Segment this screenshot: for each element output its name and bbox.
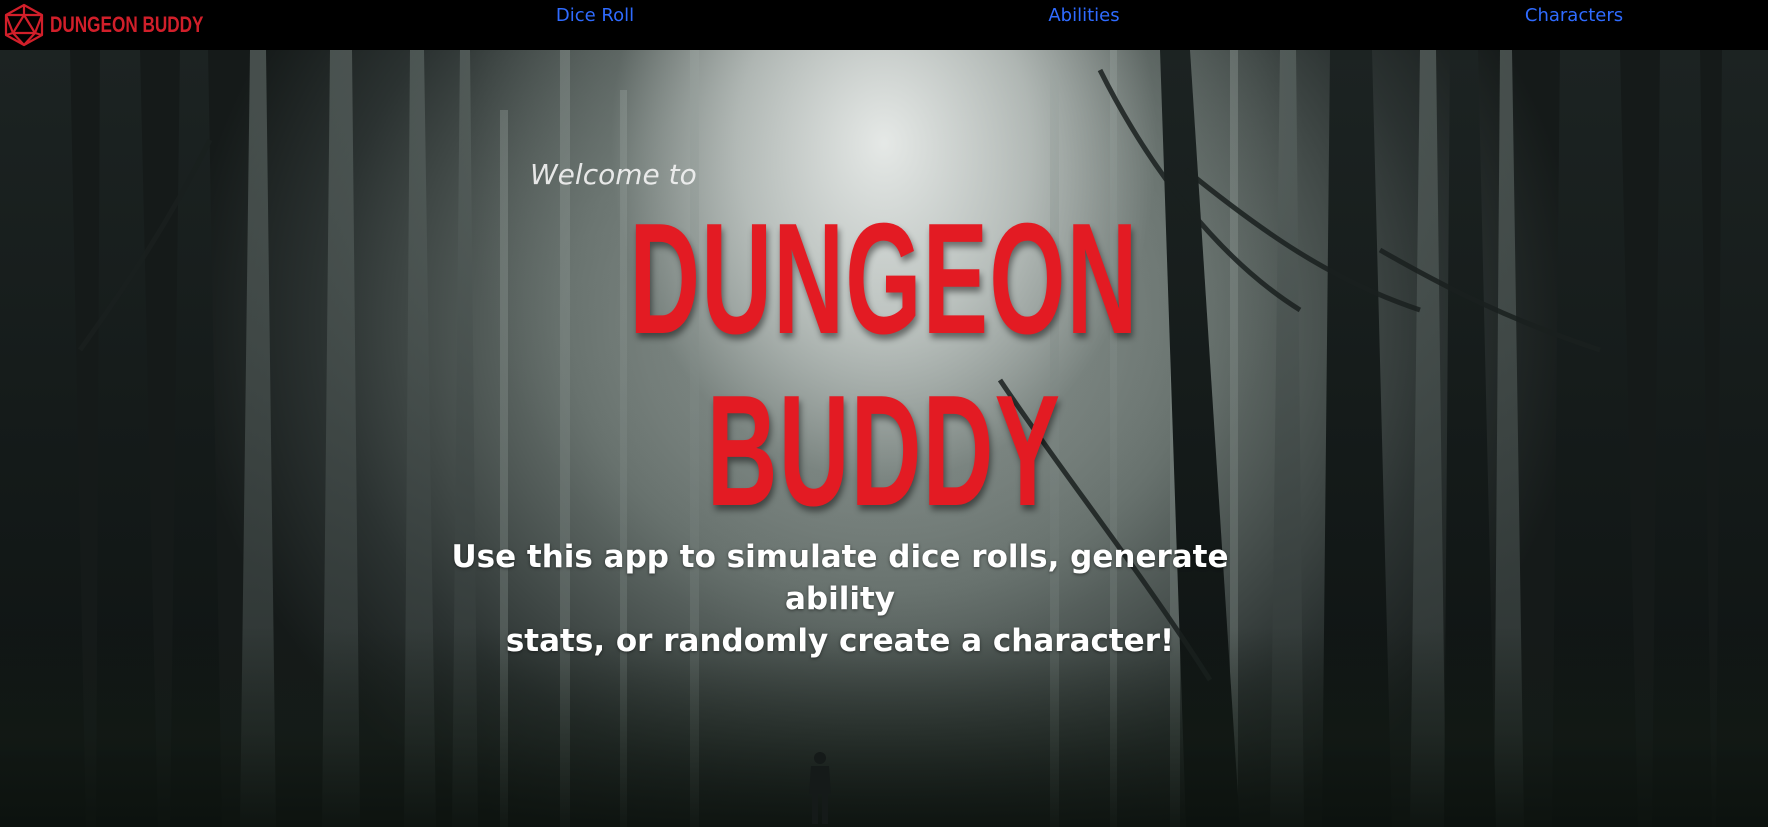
walking-person-figure [809, 752, 831, 824]
hero-section: Welcome to DUNGEON BUDDY Use this app to… [0, 50, 1768, 827]
hero-tagline-line-1: Use this app to simulate dice rolls, gen… [451, 539, 1229, 617]
brand-name: DUNGEON BUDDY [50, 12, 204, 37]
brand-logo-link[interactable]: DUNGEON BUDDY [3, 3, 247, 47]
d20-die-icon [3, 3, 45, 47]
hero-title-line-2: BUDDY [706, 363, 1062, 539]
hero-title-line-1: DUNGEON [629, 191, 1139, 367]
navbar: DUNGEON BUDDY Dice Roll Abilities Charac… [0, 0, 1768, 50]
welcome-text: Welcome to [530, 158, 697, 191]
nav-link-abilities[interactable]: Abilities [1048, 4, 1119, 28]
hero-tagline-line-2: stats, or randomly create a character! [505, 623, 1175, 659]
nav-link-characters[interactable]: Characters [1525, 4, 1623, 28]
app-root: DUNGEON BUDDY Dice Roll Abilities Charac… [0, 0, 1768, 827]
nav-link-dice-roll[interactable]: Dice Roll [556, 4, 634, 28]
hero-tagline: Use this app to simulate dice rolls, gen… [430, 536, 1250, 662]
